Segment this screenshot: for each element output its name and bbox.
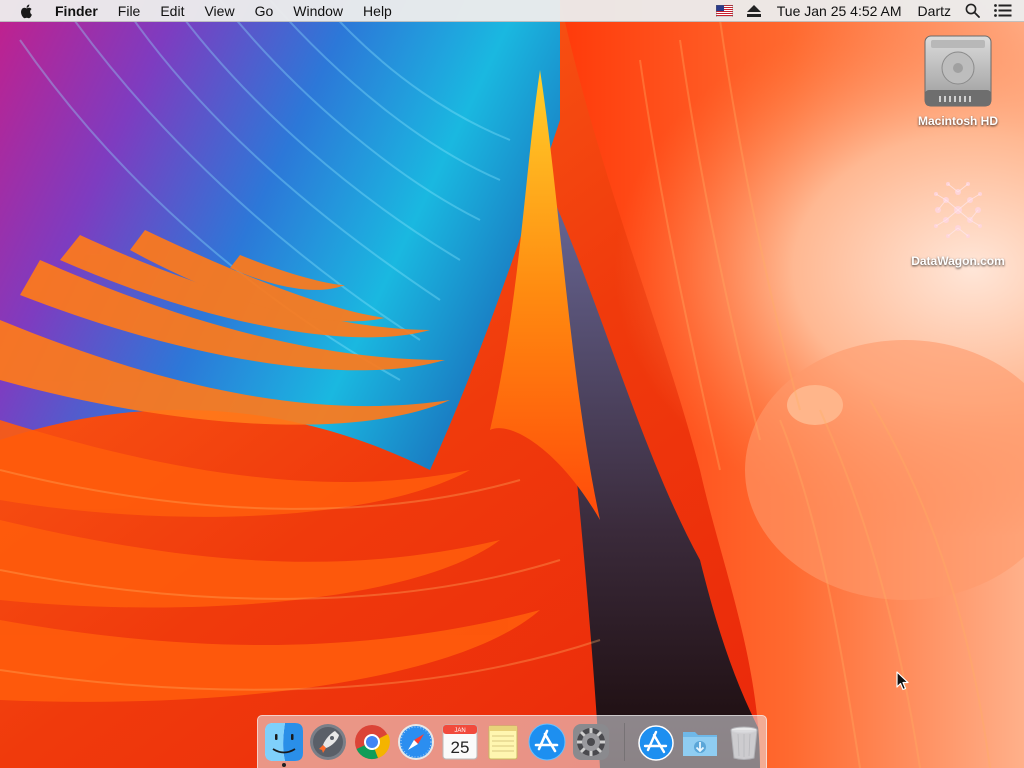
desktop-wallpaper	[0, 0, 1024, 768]
notes-icon	[488, 725, 518, 760]
dock-separator	[624, 723, 626, 761]
dock-item-safari[interactable]	[394, 719, 438, 765]
dock-item-calendar[interactable]: JAN 25	[438, 719, 482, 765]
menu-app-finder[interactable]: Finder	[49, 0, 108, 22]
desktop-icon-datawagon[interactable]: DataWagon.com	[902, 170, 1014, 268]
dock-item-chrome[interactable]	[350, 719, 394, 765]
finder-icon	[264, 723, 303, 761]
mouse-pointer-icon	[896, 671, 909, 691]
dock-item-system-preferences[interactable]	[569, 719, 613, 765]
desktop-icon-label: DataWagon.com	[911, 254, 1005, 268]
app-store-icon	[528, 723, 566, 761]
desktop-icon-macintosh-hd[interactable]: Macintosh HD	[902, 30, 1014, 128]
downloads-folder-icon	[683, 732, 718, 756]
dock-item-downloads[interactable]	[678, 719, 722, 765]
menu-file[interactable]: File	[108, 0, 151, 22]
hard-drive-icon	[924, 35, 992, 107]
notification-center-icon[interactable]	[994, 4, 1012, 17]
dock-item-notes[interactable]	[482, 719, 526, 765]
menu-go[interactable]: Go	[245, 0, 284, 22]
calendar-month: JAN	[454, 728, 465, 734]
menu-bar: Finder File Edit View Go Window Help Tue…	[0, 0, 1024, 22]
launchpad-icon	[309, 724, 346, 760]
dock-item-applications[interactable]	[634, 719, 678, 765]
calendar-icon: JAN 25	[442, 724, 478, 760]
dock-item-launchpad[interactable]	[306, 719, 350, 765]
menu-edit[interactable]: Edit	[150, 0, 194, 22]
dock-item-app-store[interactable]	[525, 719, 569, 765]
apple-logo-icon[interactable]	[19, 3, 35, 19]
menu-clock[interactable]: Tue Jan 25 4:52 AM	[777, 0, 902, 22]
applications-stack-icon	[638, 725, 674, 761]
calendar-day: 25	[450, 738, 469, 757]
trash-icon	[730, 726, 758, 760]
network-share-icon	[934, 182, 982, 238]
dock-item-trash[interactable]	[722, 719, 766, 765]
safari-icon	[397, 724, 434, 760]
system-preferences-icon	[573, 724, 610, 760]
menu-bar-status: Tue Jan 25 4:52 AM Dartz	[715, 0, 1024, 22]
eject-icon[interactable]	[746, 4, 761, 17]
spotlight-search-icon[interactable]	[965, 3, 980, 18]
menu-help[interactable]: Help	[353, 0, 402, 22]
us-flag-icon[interactable]	[715, 4, 733, 17]
menu-user-name[interactable]: Dartz	[918, 0, 951, 22]
dock-item-finder[interactable]	[262, 719, 306, 767]
running-indicator	[281, 763, 286, 767]
menu-window[interactable]: Window	[283, 0, 353, 22]
desktop-icon-label: Macintosh HD	[917, 114, 998, 128]
menu-view[interactable]: View	[194, 0, 244, 22]
dock: JAN 25	[257, 715, 767, 768]
menu-bar-left: Finder File Edit View Go Window Help	[0, 0, 402, 22]
chrome-icon	[354, 725, 390, 760]
